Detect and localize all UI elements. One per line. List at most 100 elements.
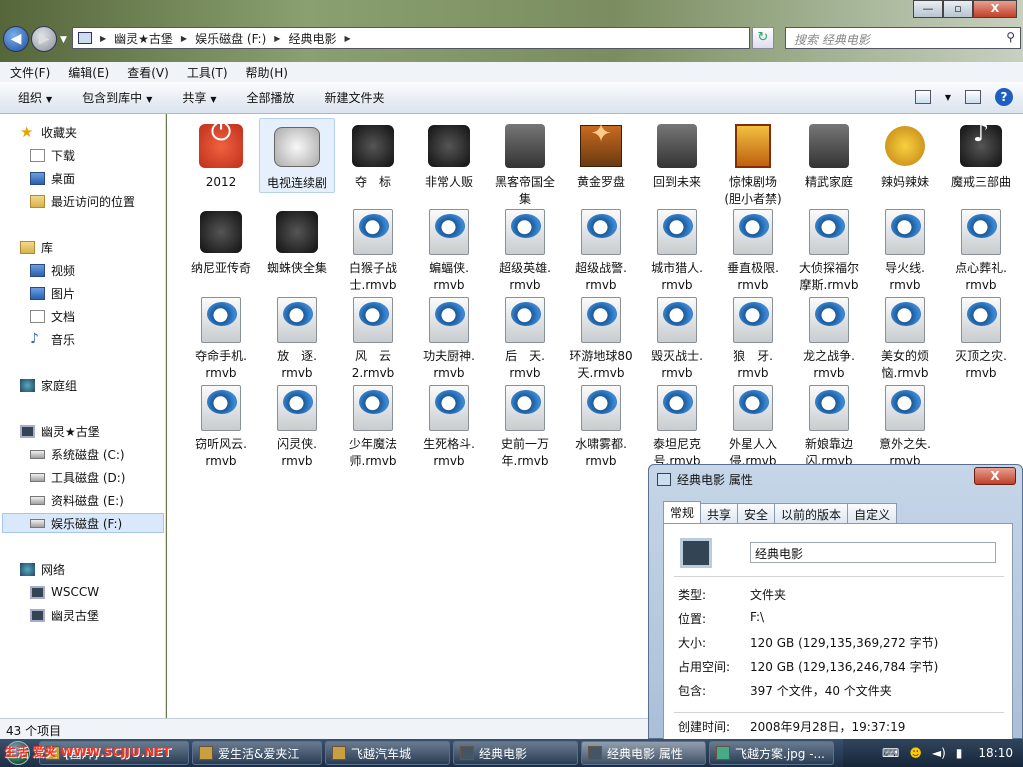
file-item[interactable]: 大侦探福尔 摩斯.rmvb [791, 204, 867, 294]
forward-button[interactable]: ▶ [31, 26, 57, 52]
nav-item-drive-c[interactable]: 系统磁盘 (C:) [30, 444, 125, 464]
file-item[interactable]: ♪ 魔戒三部曲 [943, 118, 1019, 191]
file-item[interactable]: 惊悚剧场 (胆小者禁) [715, 118, 791, 208]
nav-homegroup[interactable]: 家庭组 [20, 375, 77, 395]
file-item[interactable]: 导火线. rmvb [867, 204, 943, 294]
file-item[interactable]: 蜘蛛侠全集 [259, 204, 335, 277]
file-item[interactable]: 回到未来 [639, 118, 715, 191]
chevron-down-icon[interactable]: ▼ [945, 93, 951, 102]
file-item[interactable]: 风 云 2.rmvb [335, 292, 411, 382]
qq-icon[interactable]: ☻ [909, 746, 922, 760]
file-item[interactable]: 水啸雾都. rmvb [563, 380, 639, 470]
file-item[interactable]: 狼 牙. rmvb [715, 292, 791, 382]
taskbar-button[interactable]: 经典电影 [453, 741, 578, 765]
taskbar-button[interactable]: 经典电影 属性 [581, 741, 706, 765]
refresh-button[interactable]: ↻ [752, 27, 774, 49]
nav-item-desktop[interactable]: 桌面 [30, 168, 75, 188]
folder-name-field[interactable]: 经典电影 [750, 542, 996, 563]
file-item[interactable]: 外星人入 侵.rmvb [715, 380, 791, 470]
nav-item-pictures[interactable]: 图片 [30, 283, 75, 303]
nav-item-recent[interactable]: 最近访问的位置 [30, 191, 135, 211]
file-item[interactable]: 意外之失. rmvb [867, 380, 943, 470]
menu-tools[interactable]: 工具(T) [187, 64, 228, 81]
nav-network[interactable]: 网络 [20, 559, 65, 579]
file-item[interactable]: 点心葬礼. rmvb [943, 204, 1019, 294]
file-item[interactable]: 环游地球80 天.rmvb [563, 292, 639, 382]
file-item[interactable]: 辣妈辣妹 [867, 118, 943, 191]
file-item[interactable]: ✦ 黄金罗盘 [563, 118, 639, 191]
help-icon[interactable]: ? [995, 88, 1013, 106]
file-item[interactable]: 泰坦尼克 号.rmvb [639, 380, 715, 470]
back-button[interactable]: ◀ [3, 26, 29, 52]
menu-edit[interactable]: 编辑(E) [68, 64, 109, 81]
file-item[interactable]: 毁灭战士. rmvb [639, 292, 715, 382]
network-icon[interactable]: ▮ [956, 746, 963, 760]
tab-general[interactable]: 常规 [663, 501, 702, 523]
taskbar-button[interactable]: 飞越方案.jpg -... [709, 741, 834, 765]
file-item[interactable]: 少年魔法 师.rmvb [335, 380, 411, 470]
nav-item-drive-e[interactable]: 资料磁盘 (E:) [30, 490, 124, 510]
file-item[interactable]: 闪灵侠. rmvb [259, 380, 335, 470]
file-item[interactable]: ⏻ 2012 [183, 118, 259, 191]
nav-item-videos[interactable]: 视频 [30, 260, 75, 280]
address-bar[interactable]: ▶ 幽灵★古堡 ▶ 娱乐磁盘 (F:) ▶ 经典电影 ▶ [72, 27, 750, 49]
breadcrumb-item[interactable]: 幽灵★古堡 [114, 30, 173, 47]
keyboard-icon[interactable]: ⌨ [882, 746, 899, 760]
tab-security[interactable]: 安全 [737, 503, 776, 523]
close-button[interactable]: X [973, 0, 1017, 18]
nav-item-music[interactable]: ♪ 音乐 [30, 329, 75, 349]
file-item[interactable]: 白猴子战 士.rmvb [335, 204, 411, 294]
breadcrumb-item[interactable]: 经典电影 [288, 30, 336, 47]
menu-help[interactable]: 帮助(H) [246, 64, 288, 81]
file-item[interactable]: 放 逐. rmvb [259, 292, 335, 382]
taskbar-button[interactable]: 爱生活&爱夹江 [192, 741, 322, 765]
menu-file[interactable]: 文件(F) [10, 64, 50, 81]
breadcrumb-item[interactable]: 娱乐磁盘 (F:) [195, 30, 266, 47]
file-item[interactable]: 电视连续剧 [259, 118, 335, 193]
file-item[interactable]: 灭顶之灾. rmvb [943, 292, 1019, 382]
clock[interactable]: 18:10 [978, 746, 1013, 760]
file-item[interactable]: 超级英雄. rmvb [487, 204, 563, 294]
file-item[interactable]: 美女的烦 恼.rmvb [867, 292, 943, 382]
speaker-icon[interactable]: ◄) [932, 746, 946, 760]
file-item[interactable]: 夺 标 [335, 118, 411, 191]
view-options-icon[interactable] [914, 90, 931, 104]
file-item[interactable]: 功夫厨神. rmvb [411, 292, 487, 382]
organize-button[interactable]: 组织 ▼ [18, 89, 52, 106]
play-all-button[interactable]: 全部播放 [247, 89, 295, 106]
nav-item-documents[interactable]: 文档 [30, 306, 75, 326]
menu-view[interactable]: 查看(V) [127, 64, 169, 81]
taskbar-button[interactable]: 飞越汽车城 [325, 741, 450, 765]
minimize-button[interactable]: — [913, 0, 943, 18]
tab-previous-versions[interactable]: 以前的版本 [774, 503, 849, 523]
file-item[interactable]: 垂直极限. rmvb [715, 204, 791, 294]
file-item[interactable]: 城市猎人. rmvb [639, 204, 715, 294]
nav-item-wsccw[interactable]: WSCCW [30, 582, 99, 602]
file-item[interactable]: 超级战警. rmvb [563, 204, 639, 294]
tab-customize[interactable]: 自定义 [847, 503, 898, 523]
nav-item-drive-d[interactable]: 工具磁盘 (D:) [30, 467, 125, 487]
file-item[interactable]: 窃听风云. rmvb [183, 380, 259, 470]
file-item[interactable]: 非常人贩 [411, 118, 487, 191]
new-folder-button[interactable]: 新建文件夹 [325, 89, 385, 106]
history-dropdown-icon[interactable]: ▼ [60, 35, 67, 45]
preview-pane-icon[interactable] [965, 90, 981, 104]
file-item[interactable]: 史前一万 年.rmvb [487, 380, 563, 470]
file-item[interactable]: 后 天. rmvb [487, 292, 563, 382]
search-input[interactable]: 搜索 经典电影 ⚲ [785, 27, 1021, 49]
file-item[interactable]: 蝙蝠侠. rmvb [411, 204, 487, 294]
file-item[interactable]: 生死格斗. rmvb [411, 380, 487, 470]
nav-item-ghost[interactable]: 幽灵古堡 [30, 605, 99, 625]
file-item[interactable]: 黑客帝国全集 [487, 118, 563, 208]
file-item[interactable]: 龙之战争. rmvb [791, 292, 867, 382]
nav-computer[interactable]: 幽灵★古堡 [20, 421, 100, 441]
nav-item-drive-f[interactable]: 娱乐磁盘 (F:) [2, 513, 164, 533]
file-item[interactable]: 新娘靠边 闪.rmvb [791, 380, 867, 470]
share-button[interactable]: 共享 ▼ [182, 89, 216, 106]
file-item[interactable]: 纳尼亚传奇 [183, 204, 259, 277]
file-item[interactable]: 夺命手机. rmvb [183, 292, 259, 382]
nav-item-downloads[interactable]: 下载 [30, 145, 75, 165]
tab-sharing[interactable]: 共享 [700, 503, 739, 523]
maximize-button[interactable]: ▫ [943, 0, 973, 18]
search-icon[interactable]: ⚲ [1006, 30, 1015, 44]
